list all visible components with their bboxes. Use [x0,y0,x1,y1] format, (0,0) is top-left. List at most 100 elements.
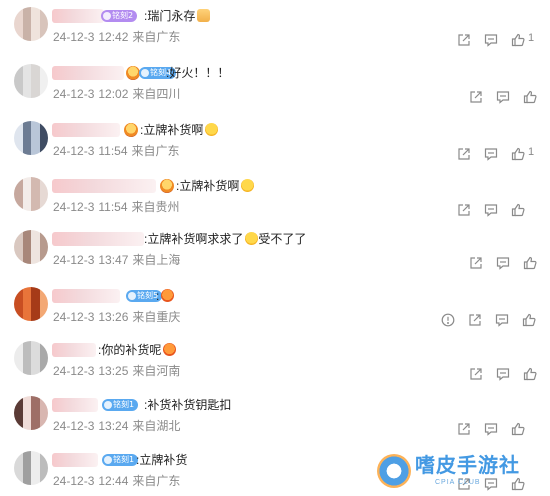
avatar[interactable] [14,287,48,321]
username-blurred[interactable] [52,453,98,467]
comment-body: :立牌补货 [136,453,188,467]
emoji-icon [241,179,255,192]
comment-body: :你的补货呢 [98,343,162,357]
comment-time: 13:25 [98,364,129,378]
watermark-title: 嗜皮手游社 [415,455,520,477]
reply-icon[interactable] [484,147,498,161]
comment-date: 24-12-3 [53,87,95,101]
like-icon[interactable] [511,33,525,47]
watermark: 嗜皮手游社 CPIA CLUB [375,452,535,492]
emoji-icon [161,289,175,302]
comment-time: 13:24 [98,419,129,433]
comment-meta: 24-12-3 13:24 来自湖北 [53,418,180,434]
comment-meta: 24-12-3 13:26 来自重庆 [53,309,180,325]
reply-icon[interactable] [496,256,510,270]
share-icon[interactable] [457,33,471,47]
comment-date: 24-12-3 [53,419,95,433]
level-badge: 铭刻1 [102,399,139,411]
reply-icon[interactable] [496,367,510,381]
share-icon[interactable] [469,367,483,381]
watermark-subtitle: CPIA CLUB [435,479,481,486]
comment-text: :立牌补货啊 [176,177,255,195]
medal-icon [160,179,174,193]
share-icon[interactable] [457,147,471,161]
like-icon[interactable] [522,313,536,327]
comment-time: 11:54 [98,144,128,158]
comment-text: :立牌补货啊求求了 受不了了 [144,230,306,248]
username-blurred[interactable] [52,66,124,80]
reply-icon[interactable] [484,422,498,436]
comment-body: :瑞门永存 [144,9,196,23]
reply-icon[interactable] [484,33,498,47]
username-blurred[interactable] [52,398,98,412]
reply-icon[interactable] [495,313,509,327]
comment-meta: 24-12-3 12:42 来自广东 [53,29,180,45]
like-icon[interactable] [523,367,537,381]
username-blurred[interactable] [52,343,96,357]
avatar[interactable] [14,121,48,155]
share-icon[interactable] [457,422,471,436]
avatar[interactable] [14,341,48,375]
comment-text: : [156,287,175,305]
comment-time: 13:26 [98,310,129,324]
comment-item: 铭刻5:24-12-3 13:26 来自重庆 [0,287,550,343]
comment-date: 24-12-3 [53,364,95,378]
username-blurred[interactable] [52,289,120,303]
level-badge: 铭刻1 [102,454,139,466]
share-icon[interactable] [457,203,471,217]
comment-time: 12:42 [98,30,129,44]
avatar[interactable] [14,396,48,430]
comment-location: 来自上海 [132,253,181,267]
comment-text: :立牌补货 [136,451,187,469]
comment-time: 12:02 [98,87,129,101]
comment-location: 来自河南 [132,364,181,378]
comment-location: 来自四川 [132,87,181,101]
share-icon[interactable] [469,90,483,104]
avatar[interactable] [14,64,48,98]
username-blurred[interactable] [52,123,120,137]
avatar[interactable] [14,177,48,211]
comment-date: 24-12-3 [53,144,95,158]
reply-icon[interactable] [496,90,510,104]
avatar[interactable] [14,7,48,41]
avatar[interactable] [14,230,48,264]
comment-item: 铭刻2:瑞门永存 24-12-3 12:42 来自广东 1 [0,7,550,63]
comment-time: 13:47 [98,253,129,267]
comment-location: 来自广东 [131,144,180,158]
share-icon[interactable] [468,313,482,327]
comment-body-tail: 受不了了 [258,232,307,246]
comment-meta: 24-12-3 12:02 来自四川 [53,86,180,102]
username-blurred[interactable] [52,232,144,246]
like-icon[interactable] [523,90,537,104]
like-icon[interactable] [511,147,525,161]
emoji-icon [245,232,259,245]
emoji-icon [205,123,219,136]
comment-body: :立牌补货啊 [176,179,240,193]
comment-text: :你的补货呢 [98,341,177,359]
like-count: 1 [528,146,535,158]
username-blurred[interactable] [52,9,104,23]
like-icon[interactable] [511,203,525,217]
medal-icon [124,123,138,137]
avatar[interactable] [14,451,48,485]
comment-location: 来自湖北 [132,419,181,433]
comment-date: 24-12-3 [53,30,95,44]
comment-item: :立牌补货啊 24-12-3 11:54 来自广东 1 [0,121,550,177]
emoji-icon [163,343,177,356]
comment-meta: 24-12-3 13:47 来自上海 [53,252,180,268]
like-icon[interactable] [511,422,525,436]
like-icon[interactable] [523,256,537,270]
username-blurred[interactable] [52,179,156,193]
comment-meta: 24-12-3 11:54 来自贵州 [53,199,180,215]
like-count: 1 [528,32,535,44]
reply-icon[interactable] [484,203,498,217]
comment-location: 来自重庆 [132,310,181,324]
comment-body: :立牌补货啊 [140,123,204,137]
comment-item: :立牌补货啊求求了 受不了了 24-12-3 13:47 来自上海 [0,230,550,286]
comment-body: : [156,289,160,303]
medal-icon [126,66,140,80]
share-icon[interactable] [469,256,483,270]
warning-icon[interactable] [441,313,455,327]
watermark-logo-icon [377,454,411,488]
comment-body: :补货补货钥匙扣 [144,398,232,412]
